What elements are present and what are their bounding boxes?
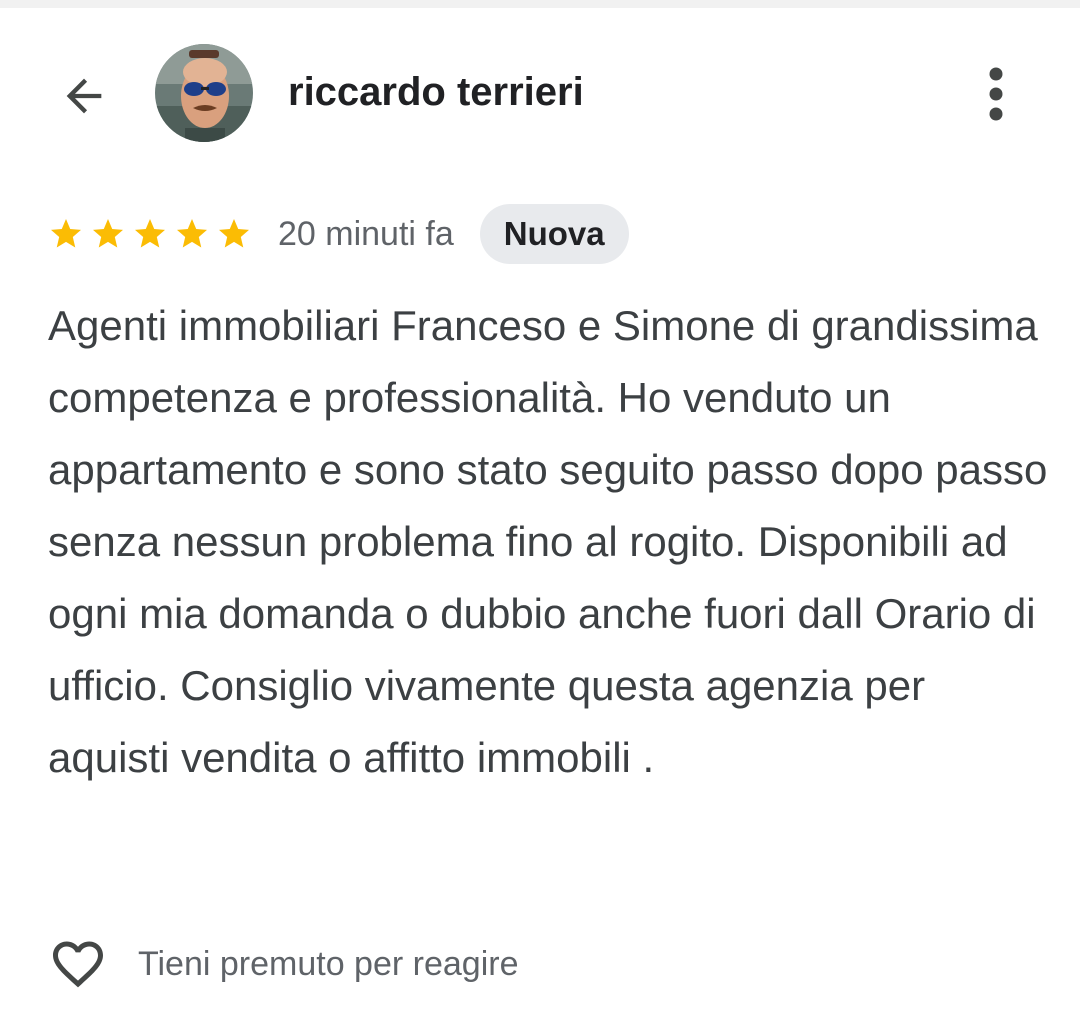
heart-outline-icon: [53, 941, 103, 988]
star-icon: [177, 219, 207, 248]
react-label: Tieni premuto per reagire: [138, 944, 519, 983]
status-bar-strip: [0, 0, 1080, 8]
avatar-image: [155, 44, 253, 142]
new-badge: Nuova: [479, 204, 629, 264]
react-button[interactable]: Tieni premuto per reagire: [46, 934, 518, 994]
star-rating: [48, 216, 258, 252]
more-vert-icon: [989, 67, 1003, 121]
star-icon: [51, 219, 81, 248]
star-icon: [93, 219, 123, 248]
star-icon: [219, 219, 249, 248]
more-options-button[interactable]: [966, 62, 1026, 126]
star-icon: [135, 219, 165, 248]
review-timestamp: 20 minuti fa: [278, 214, 454, 253]
author-name[interactable]: riccardo terrieri: [288, 66, 584, 118]
back-button[interactable]: [50, 62, 118, 130]
avatar[interactable]: [155, 44, 253, 142]
arrow-back-icon: [66, 78, 102, 114]
review-text: Agenti immobiliari Franceso e Simone di …: [48, 302, 1048, 781]
rating-row: 20 minuti fa Nuova: [48, 204, 629, 264]
